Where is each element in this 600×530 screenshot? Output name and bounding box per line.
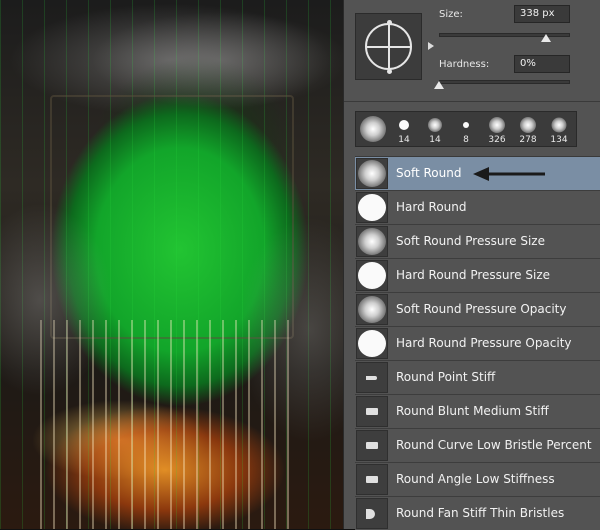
preview-menu-arrow-icon[interactable] (428, 42, 434, 50)
brush-list-item[interactable]: Round Angle Low Stiffness (355, 463, 600, 497)
preset-size-label: 326 (488, 135, 506, 145)
brush-list-item[interactable]: Soft Round Pressure Opacity (355, 293, 600, 327)
preset-size-label: 278 (519, 135, 537, 145)
brush-list-item[interactable]: Hard Round Pressure Size (355, 259, 600, 293)
brush-thumbnail (356, 192, 388, 223)
soft-round-brush-icon (358, 296, 386, 323)
brush-preset-4[interactable]: 8 (451, 113, 481, 146)
brush-thumbnail (356, 430, 388, 461)
bristle-brush-icon (366, 476, 378, 483)
brush-thumbnail (356, 294, 388, 325)
brush-name: Soft Round Pressure Opacity (396, 302, 567, 316)
brush-thumbnail (356, 464, 388, 495)
brush-preset-1[interactable] (358, 113, 388, 146)
hard-round-brush-icon (358, 194, 386, 221)
soft-brush-tip-icon (428, 118, 442, 132)
brush-name: Round Fan Stiff Thin Bristles (396, 506, 565, 520)
pointer-arrow-icon (473, 167, 545, 181)
soft-round-brush-icon (358, 228, 386, 255)
crosshair-vertical (388, 25, 390, 68)
size-label: Size: (439, 9, 463, 20)
preset-size-label: 14 (398, 135, 410, 145)
bristle-brush-icon (366, 509, 375, 519)
brush-list-item[interactable]: Soft Round Pressure Size (355, 225, 600, 259)
soft-brush-tip-icon (360, 116, 386, 142)
size-field[interactable]: 338 px (514, 5, 570, 23)
brush-name: Round Blunt Medium Stiff (396, 404, 549, 418)
panel-divider (344, 101, 600, 102)
preset-size-label: 14 (429, 135, 441, 145)
brush-thumbnail (356, 396, 388, 427)
soft-brush-tip-icon (551, 117, 567, 133)
brush-list-item[interactable]: Hard Round (355, 191, 600, 225)
brush-name: Soft Round Pressure Size (396, 234, 545, 248)
soft-brush-tip-icon (520, 117, 536, 133)
brush-name: Hard Round Pressure Size (396, 268, 551, 282)
bristle-brush-icon (366, 408, 378, 415)
brush-list-item[interactable]: Round Curve Low Bristle Percent (355, 429, 600, 463)
hard-round-brush-icon (358, 262, 386, 289)
brush-preset-panel: Size: 338 px Hardness: 0% 14 14 8 326 278 134… (343, 0, 600, 530)
brush-name: Hard Round Pressure Opacity (396, 336, 572, 350)
preset-strip: 14 14 8 326 278 134 (355, 111, 577, 147)
hardness-slider-thumb[interactable] (434, 81, 444, 89)
bristle-brush-icon (366, 442, 378, 449)
brush-name: Soft Round (396, 166, 462, 180)
preset-size-label: 8 (463, 135, 469, 145)
brush-list: Soft Round Hard Round Soft Round Pressure … (355, 156, 600, 530)
brush-name: Round Angle Low Stiffness (396, 472, 555, 486)
hard-brush-tip-icon (463, 122, 469, 128)
brush-preset-6[interactable]: 278 (513, 113, 543, 146)
canvas-smoke-haze (0, 0, 343, 529)
brush-preset-7[interactable]: 134 (544, 113, 574, 146)
brush-name: Round Curve Low Bristle Percent (396, 438, 592, 452)
brush-thumbnail (356, 362, 388, 393)
brush-list-item[interactable]: Round Blunt Medium Stiff (355, 395, 600, 429)
bristle-brush-icon (366, 376, 377, 380)
preset-size-label: 134 (550, 135, 568, 145)
brush-list-item[interactable]: Hard Round Pressure Opacity (355, 327, 600, 361)
hardness-field[interactable]: 0% (514, 55, 570, 73)
brush-preset-5[interactable]: 326 (482, 113, 512, 146)
hardness-label: Hardness: (439, 59, 490, 70)
roundness-handle-top[interactable] (387, 20, 392, 25)
brush-preset-3[interactable]: 14 (420, 113, 450, 146)
brush-list-item[interactable]: Round Point Stiff (355, 361, 600, 395)
brush-angle-roundness-icon[interactable] (355, 13, 434, 80)
brush-thumbnail (356, 260, 388, 291)
brush-thumbnail (356, 328, 388, 359)
brush-thumbnail (356, 226, 388, 257)
size-slider-thumb[interactable] (541, 34, 552, 42)
brush-name: Hard Round (396, 200, 467, 214)
hardness-slider-track[interactable] (439, 80, 570, 84)
soft-brush-tip-icon (489, 117, 505, 133)
brush-thumbnail (356, 498, 388, 529)
photo-canvas[interactable] (0, 0, 343, 529)
hard-round-brush-icon (358, 330, 386, 357)
brush-thumbnail (356, 158, 388, 189)
brush-list-item[interactable]: Round Fan Stiff Thin Bristles (355, 497, 600, 530)
brush-preset-2[interactable]: 14 (389, 113, 419, 146)
soft-round-brush-icon (358, 160, 386, 187)
roundness-handle-bottom[interactable] (387, 69, 392, 74)
brush-name: Round Point Stiff (396, 370, 496, 384)
hard-brush-tip-icon (399, 120, 409, 130)
